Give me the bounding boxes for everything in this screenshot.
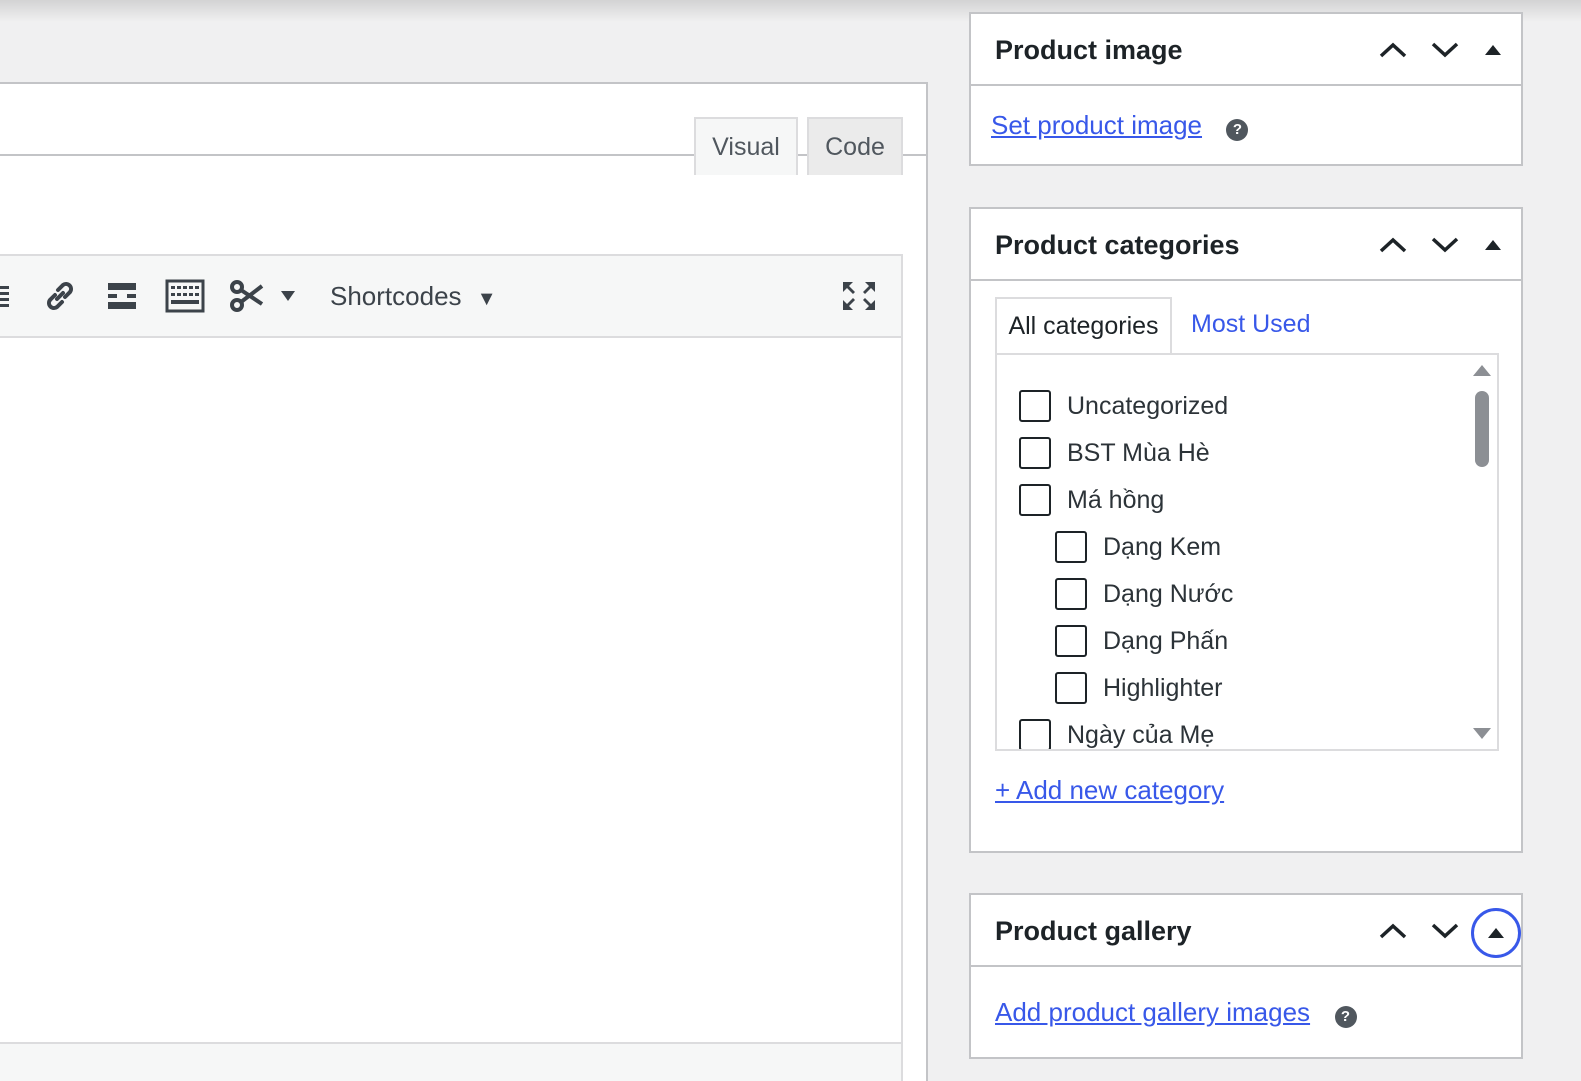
category-item[interactable]: Dạng Phấn (1055, 623, 1228, 659)
editor-content-area[interactable] (0, 338, 903, 1044)
product-image-content: Set product image ? (991, 110, 1249, 141)
category-item[interactable]: Má hồng (1019, 482, 1164, 518)
fullscreen-icon[interactable] (838, 276, 880, 316)
checkbox[interactable] (1019, 437, 1051, 469)
category-label: Ngày của Mẹ (1067, 720, 1215, 749)
category-label: Dạng Phấn (1103, 626, 1229, 655)
move-up-button[interactable] (1373, 911, 1413, 951)
tab-all-categories[interactable]: All categories (995, 297, 1172, 355)
chevron-down-icon: ▼ (476, 288, 497, 310)
postbox-header: Product categories (971, 209, 1521, 281)
tab-most-used[interactable]: Most Used (1191, 297, 1310, 355)
product-image-box: Product image Set product image ? (969, 12, 1523, 166)
product-gallery-box: Product gallery Add product gallery imag… (969, 893, 1523, 1059)
category-label: Dạng Kem (1103, 532, 1222, 561)
category-checklist[interactable]: Uncategorized BST Mùa Hè Má hồng Dạng Ke… (995, 353, 1499, 751)
set-product-image-link[interactable]: Set product image (991, 110, 1202, 140)
category-label: Má hồng (1067, 485, 1165, 514)
shortcodes-dropdown[interactable]: Shortcodes ▼ (330, 276, 497, 316)
move-up-button[interactable] (1373, 30, 1413, 70)
move-down-button[interactable] (1425, 911, 1465, 951)
toggle-panel-button[interactable] (1473, 225, 1513, 265)
help-icon[interactable]: ? (1226, 118, 1249, 141)
editor-toolbar: Shortcodes ▼ (0, 254, 903, 338)
product-gallery-content: Add product gallery images ? (995, 997, 1357, 1028)
tab-code[interactable]: Code (807, 117, 903, 175)
add-gallery-images-link[interactable]: Add product gallery images (995, 997, 1310, 1027)
checkbox[interactable] (1055, 578, 1087, 610)
scroll-thumb[interactable] (1475, 391, 1489, 467)
checkbox[interactable] (1019, 719, 1051, 749)
postbox-header: Product image (971, 14, 1521, 86)
move-down-button[interactable] (1425, 225, 1465, 265)
checkbox[interactable] (1019, 484, 1051, 516)
scissors-icon[interactable] (228, 276, 300, 316)
product-gallery-title: Product gallery (995, 916, 1192, 946)
scroll-up-arrow-icon[interactable] (1471, 361, 1493, 379)
category-label: BST Mùa Hè (1067, 438, 1210, 467)
category-item[interactable]: Ngày của Mẹ (1019, 717, 1215, 749)
scroll-down-arrow-icon[interactable] (1471, 725, 1493, 743)
category-item[interactable]: Uncategorized (1019, 388, 1228, 424)
product-image-title: Product image (995, 35, 1183, 65)
category-item[interactable]: BST Mùa Hè (1019, 435, 1210, 471)
move-up-button[interactable] (1373, 225, 1413, 265)
read-more-icon[interactable] (104, 276, 140, 316)
category-item[interactable]: Dạng Nước (1055, 576, 1233, 612)
toggle-panel-button[interactable] (1471, 908, 1521, 958)
editor-status-bar (0, 1042, 903, 1081)
postbox-header: Product gallery (971, 895, 1521, 967)
category-label: Uncategorized (1067, 391, 1229, 420)
product-categories-title: Product categories (995, 230, 1240, 260)
category-item[interactable]: Dạng Kem (1055, 529, 1221, 565)
keyboard-icon[interactable] (164, 276, 206, 316)
checkbox[interactable] (1055, 531, 1087, 563)
category-label: Dạng Nước (1103, 579, 1234, 608)
category-label: Highlighter (1103, 673, 1223, 702)
add-new-category-link[interactable]: + Add new category (995, 775, 1224, 806)
checkbox[interactable] (1055, 672, 1087, 704)
scrollbar[interactable] (1467, 355, 1497, 749)
toggle-panel-button[interactable] (1473, 30, 1513, 70)
checkbox[interactable] (1055, 625, 1087, 657)
shortcodes-label: Shortcodes (330, 281, 462, 311)
help-icon[interactable]: ? (1334, 1005, 1357, 1028)
product-categories-box: Product categories All categories Most U… (969, 207, 1523, 853)
tab-visual[interactable]: Visual (694, 117, 798, 175)
move-down-button[interactable] (1425, 30, 1465, 70)
category-item[interactable]: Highlighter (1055, 670, 1223, 706)
checkbox[interactable] (1019, 390, 1051, 422)
link-icon[interactable] (40, 276, 80, 316)
list-icon[interactable] (0, 276, 14, 316)
